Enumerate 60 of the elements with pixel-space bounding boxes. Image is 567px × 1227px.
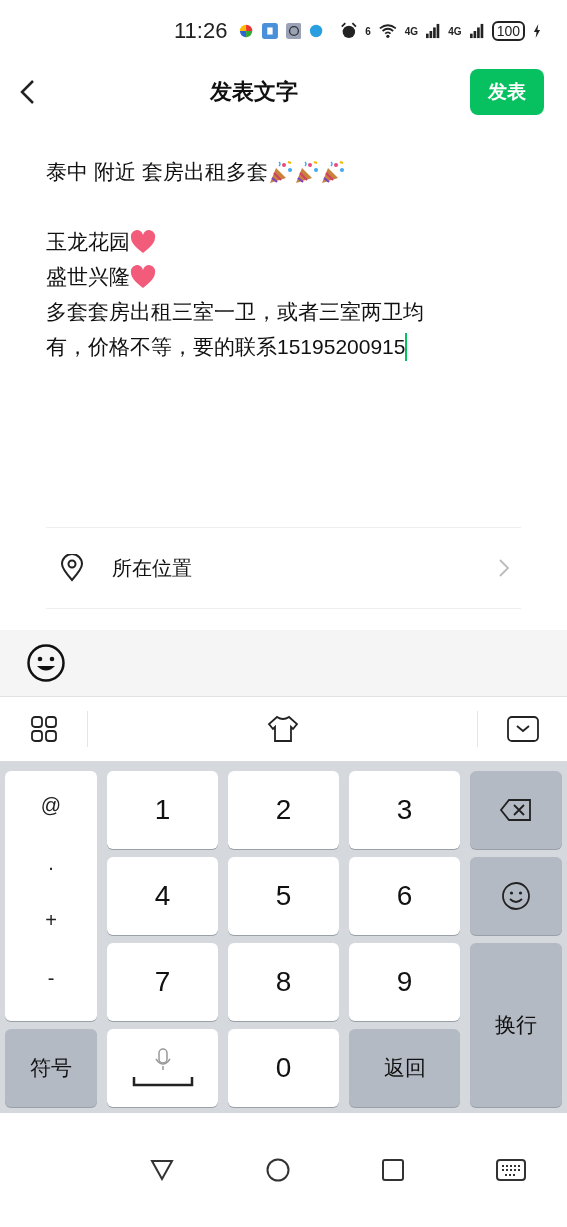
post-text-line: 玉龙花园 [46,228,130,255]
grid-menu-icon[interactable] [30,716,57,742]
network-label: 4G [448,25,462,37]
digit-key[interactable]: 0 [228,1029,339,1107]
chevron-right-icon [499,559,509,577]
home-circle-icon[interactable] [266,1158,290,1182]
post-text-line: 盛世兴隆 [46,263,130,290]
symbol-key[interactable]: + [39,908,63,934]
digit-key[interactable]: 1 [107,771,218,849]
status-time: 11:26 [174,18,228,44]
network-label: 4G [404,25,418,37]
backspace-icon [499,798,533,822]
heart-icon [130,264,156,289]
wifi-label: 6 [365,25,371,37]
party-popper-icon [293,159,320,184]
party-popper-icon [267,159,294,184]
wifi-icon [378,23,397,39]
symbol-key[interactable]: - [41,965,61,991]
digit-key[interactable]: 4 [107,857,218,935]
smiley-icon[interactable] [26,643,66,683]
page-title: 发表文字 [210,78,298,106]
recents-square-icon[interactable] [382,1159,404,1181]
signal-icon [426,23,441,39]
heart-icon [130,229,156,254]
post-text-line: 有，价格不等，要的联系15195200915 [46,333,406,360]
microphone-space-icon [131,1047,194,1089]
digit-key[interactable]: 3 [349,771,460,849]
digit-key[interactable]: 6 [349,857,460,935]
signal-icon [469,23,484,39]
location-row[interactable]: 所在位置 [0,528,567,608]
tshirt-icon[interactable] [266,715,299,743]
keyboard-hide-icon[interactable] [506,716,539,742]
digit-key[interactable]: 7 [107,943,218,1021]
space-key[interactable] [107,1029,218,1107]
enter-key[interactable]: 换行 [470,943,562,1107]
return-key[interactable]: 返回 [349,1029,460,1107]
app-icon [309,23,324,39]
app-icon [239,23,254,39]
battery-level: 100 [491,21,526,41]
backspace-key[interactable] [470,771,562,849]
location-pin-icon [60,554,84,582]
alarm-icon [339,21,358,41]
post-text-line: 泰中 附近 套房出租多套 [46,158,268,185]
location-label: 所在位置 [112,555,193,581]
digit-key[interactable]: 8 [228,943,339,1021]
post-text-line: 多套套房出租三室一卫，或者三室两卫均 [46,298,424,325]
party-popper-icon [319,159,346,184]
back-triangle-icon[interactable] [150,1159,174,1181]
symbol-key[interactable]: @ [34,793,68,819]
digit-key[interactable]: 5 [228,857,339,935]
digit-key[interactable]: 9 [349,943,460,1021]
app-icon [261,22,278,40]
digit-key[interactable]: 2 [228,771,339,849]
keyboard-icon[interactable] [496,1159,526,1181]
symbols-key[interactable]: 符号 [5,1029,97,1107]
gear-icon [285,22,302,40]
charging-icon [533,23,541,39]
emoji-key[interactable] [470,857,562,935]
symbol-key[interactable]: . [42,850,60,876]
smiley-icon [501,881,531,911]
